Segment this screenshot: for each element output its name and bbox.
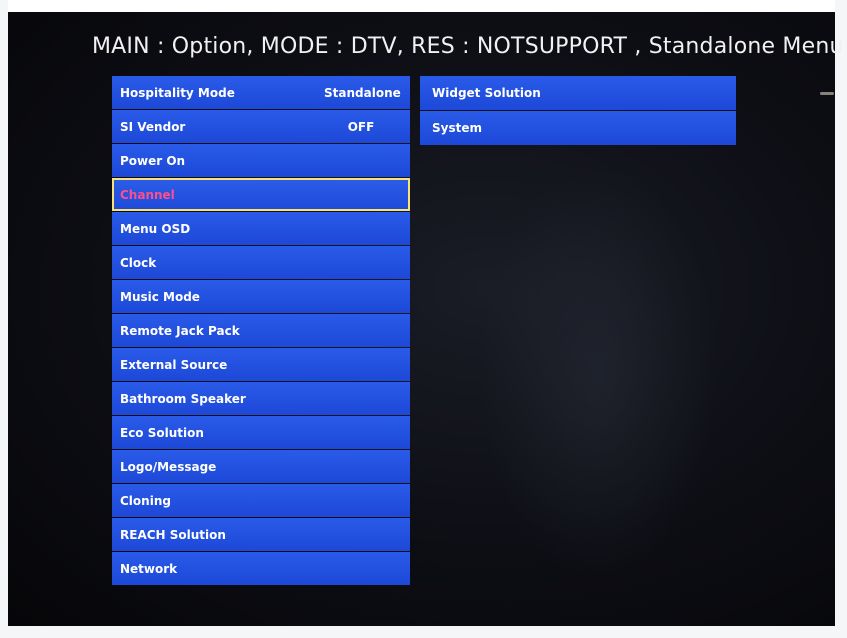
- menu-item-label: Remote Jack Pack: [120, 323, 240, 338]
- menu-item-label: Network: [120, 561, 178, 576]
- menu-item-label: Clock: [120, 255, 157, 270]
- menu-item-label: Power On: [120, 153, 186, 168]
- menu-item-clock[interactable]: Clock: [112, 246, 410, 279]
- submenu-item-label: Widget Solution: [432, 86, 541, 100]
- menu-item-menu-osd[interactable]: Menu OSD: [112, 212, 410, 245]
- photo-border-left: [0, 0, 8, 638]
- screen-reflection: [478, 162, 718, 582]
- menu-item-label: Cloning: [120, 493, 171, 508]
- menu-item-label: Channel: [120, 187, 175, 202]
- menu-item-si-vendor[interactable]: SI Vendor OFF: [112, 110, 410, 143]
- menu-item-label: Menu OSD: [120, 221, 191, 236]
- menu-item-bathroom-speaker[interactable]: Bathroom Speaker: [112, 382, 410, 415]
- photo-border-top: [0, 0, 847, 12]
- menu-item-logo-message[interactable]: Logo/Message: [112, 450, 410, 483]
- menu-item-external-source[interactable]: External Source: [112, 348, 410, 381]
- menu-item-label: Eco Solution: [120, 425, 204, 440]
- menu-item-label: Music Mode: [120, 289, 200, 304]
- menu-item-label: REACH Solution: [120, 527, 226, 542]
- menu-item-label: External Source: [120, 357, 228, 372]
- submenu-item-system[interactable]: System: [420, 111, 736, 145]
- menu-item-eco-solution[interactable]: Eco Solution: [112, 416, 410, 449]
- submenu-item-label: System: [432, 121, 482, 135]
- submenu-item-widget-solution[interactable]: Widget Solution: [420, 76, 736, 110]
- menu-item-network[interactable]: Network: [112, 552, 410, 585]
- menu-item-label: SI Vendor: [120, 119, 186, 134]
- menu-item-label: Bathroom Speaker: [120, 391, 246, 406]
- menu-item-music-mode[interactable]: Music Mode: [112, 280, 410, 313]
- photo-border-bottom: [0, 626, 847, 638]
- menu-item-power-on[interactable]: Power On: [112, 144, 410, 177]
- photo-border-right: [835, 0, 847, 638]
- menu-item-remote-jack-pack[interactable]: Remote Jack Pack: [112, 314, 410, 347]
- light-glint: [820, 92, 834, 95]
- menu-item-label: Logo/Message: [120, 459, 217, 474]
- menu-item-cloning[interactable]: Cloning: [112, 484, 410, 517]
- menu-item-channel[interactable]: Channel: [112, 178, 410, 211]
- main-menu: Hospitality Mode Standalone SI Vendor OF…: [112, 76, 410, 586]
- menu-item-hospitality-mode[interactable]: Hospitality Mode Standalone: [112, 76, 410, 109]
- menu-item-reach-solution[interactable]: REACH Solution: [112, 518, 410, 551]
- sub-menu: Widget Solution System: [420, 76, 736, 146]
- menu-item-label: Hospitality Mode: [120, 85, 235, 100]
- menu-item-value: Standalone: [324, 85, 401, 100]
- menu-item-value: OFF: [347, 119, 375, 134]
- page-title: MAIN : Option, MODE : DTV, RES : NOTSUPP…: [92, 34, 844, 59]
